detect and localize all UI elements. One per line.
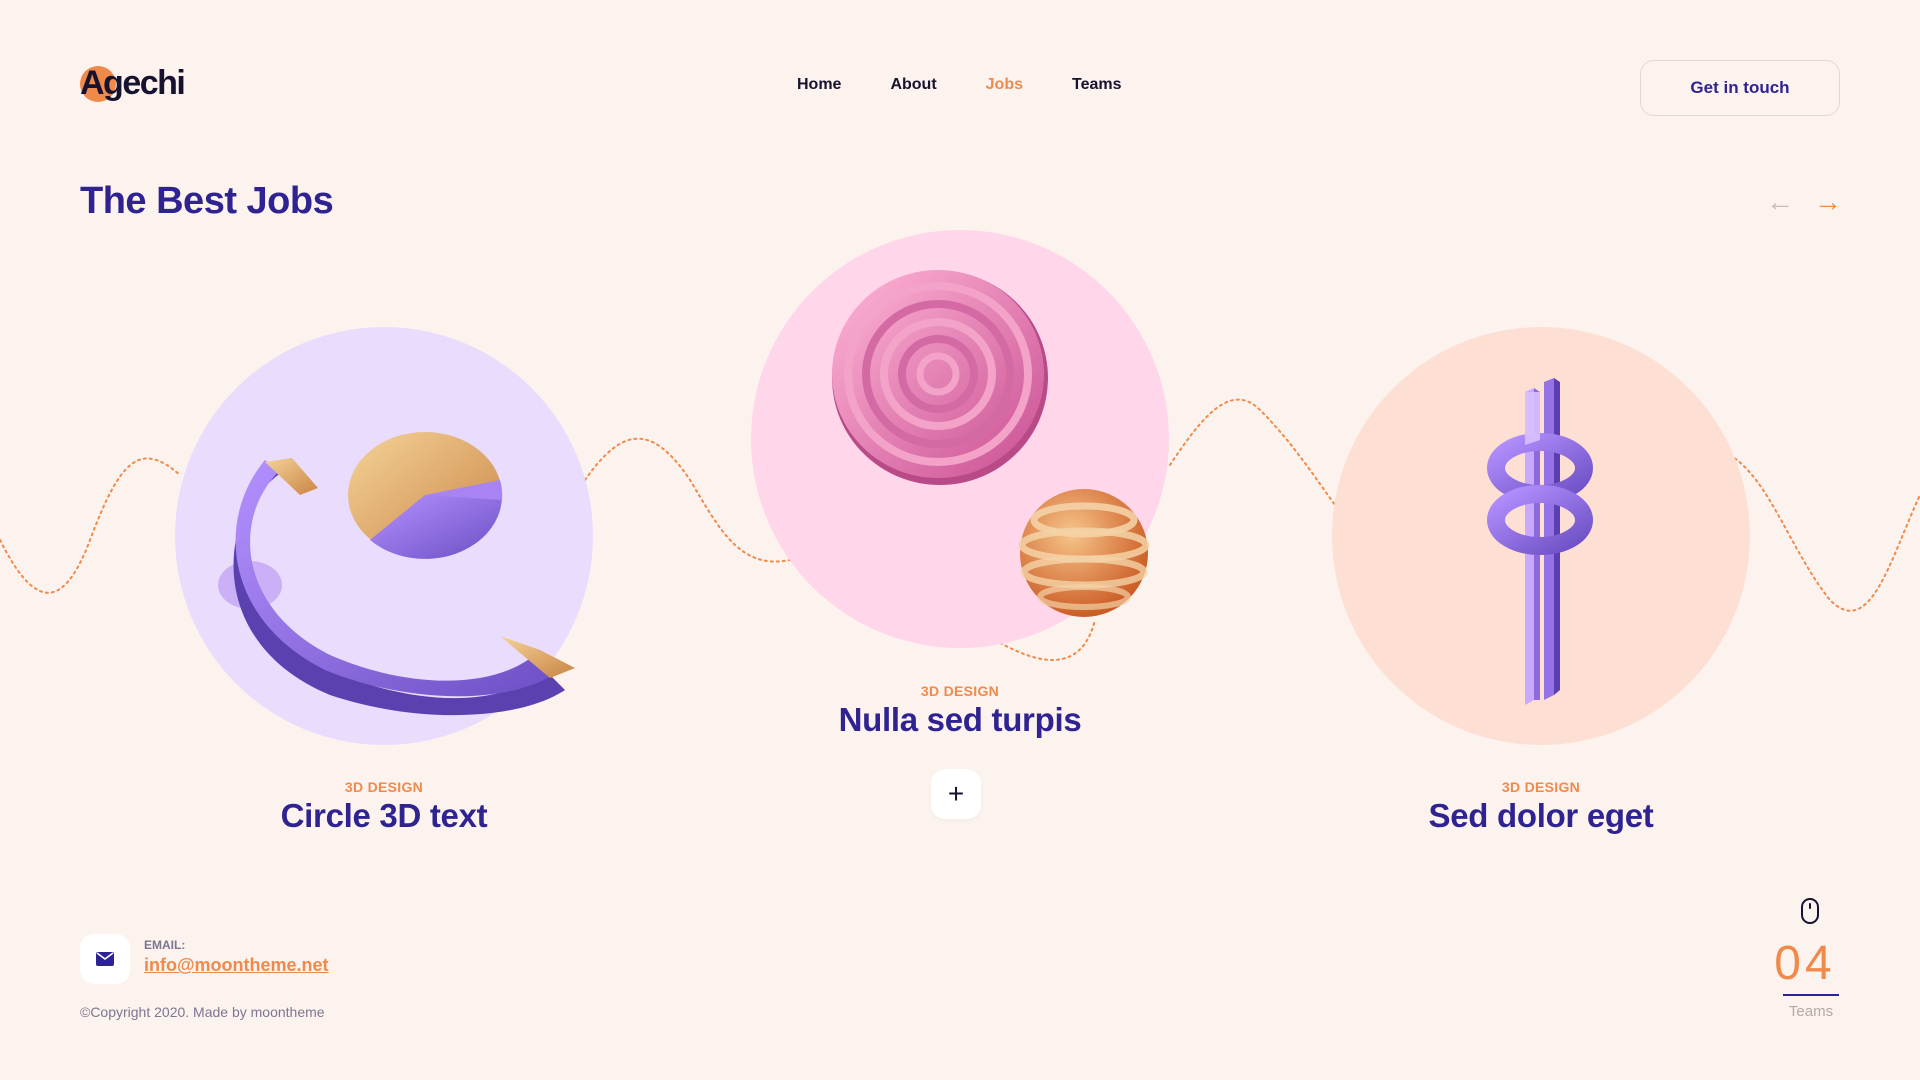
email-link[interactable]: info@moontheme.net <box>144 955 329 976</box>
mail-icon-button <box>80 934 130 984</box>
counter-underline <box>1783 994 1839 996</box>
mouse-scroll-icon[interactable] <box>1800 898 1820 924</box>
mail-icon <box>96 952 114 966</box>
card-illustrations <box>218 270 1593 716</box>
card-title[interactable]: Circle 3D text <box>175 797 593 835</box>
card-category: 3D DESIGN <box>920 683 1000 699</box>
circle-3d-art <box>218 432 575 716</box>
knot-3d-art <box>1487 378 1593 705</box>
card-title[interactable]: Sed dolor eget <box>1332 797 1750 835</box>
teams-counter-label: Teams <box>1788 1003 1834 1020</box>
teams-counter: 04 <box>1774 937 1836 990</box>
card-title[interactable]: Nulla sed turpis <box>751 701 1169 739</box>
plus-icon[interactable]: + <box>931 769 981 819</box>
copyright: ©Copyright 2020. Made by moontheme <box>80 1004 325 1020</box>
spiral-3d-art <box>832 270 1150 617</box>
email-label: EMAIL: <box>144 938 186 952</box>
card-category: 3D DESIGN <box>1501 779 1581 795</box>
card-category: 3D DESIGN <box>344 779 424 795</box>
